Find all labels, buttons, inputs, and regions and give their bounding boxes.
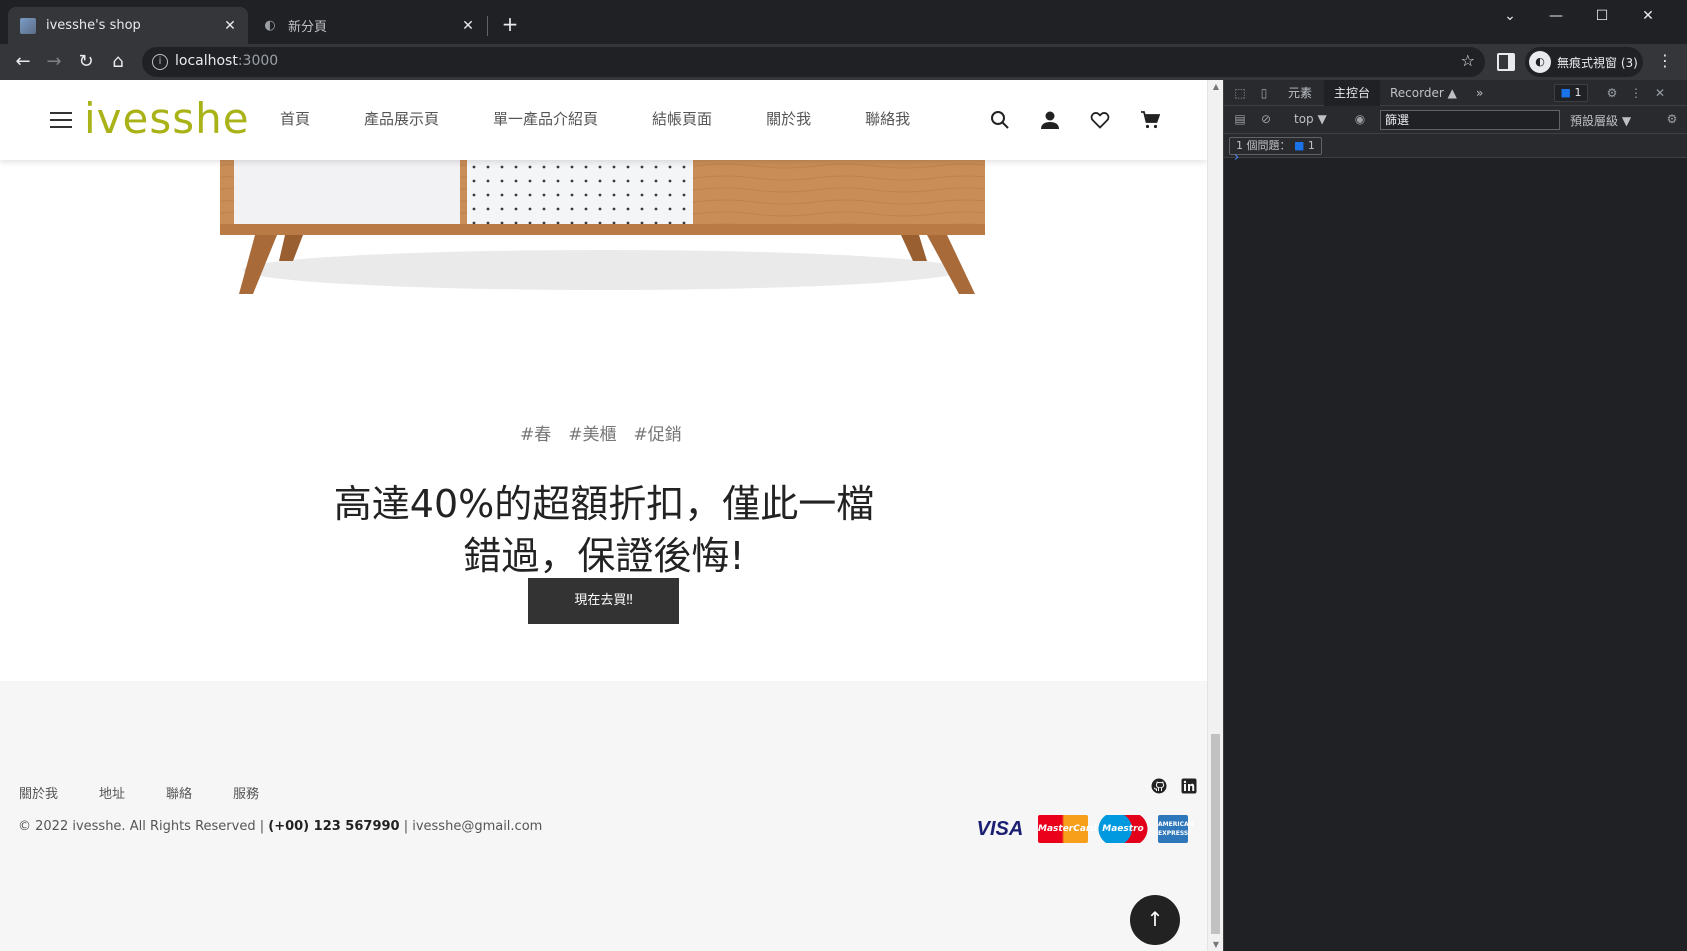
issues-pill[interactable]: 1 個問題： ■ 1 (1229, 137, 1322, 155)
profile-label: 無痕式視窗 (3) (1557, 55, 1638, 70)
visa-icon: VISA (976, 818, 1024, 840)
tab-search-icon[interactable]: ⌄ (1487, 4, 1533, 28)
clear-console-icon[interactable]: ⊘ (1258, 111, 1274, 127)
scrollbar-thumb[interactable] (1211, 734, 1220, 934)
footer-nav: 關於我 地址 聯絡 服務 (19, 783, 300, 802)
phone-number: (+00) 123 567990 (268, 819, 400, 834)
tab-elements[interactable]: 元素 (1278, 80, 1322, 106)
bookmark-star-icon[interactable]: ☆ (1461, 51, 1475, 70)
tab-divider (487, 16, 488, 36)
context-selector[interactable]: top ▼ (1294, 112, 1327, 126)
nav-about[interactable]: 關於我 (766, 108, 811, 129)
header-icons (990, 110, 1190, 130)
more-tabs-icon[interactable]: » (1466, 80, 1493, 106)
promo-headline: 高達40%的超額折扣，僅此一檔 錯過，保證後悔! (300, 478, 908, 582)
payment-methods: VISA MasterCard Maestro AMERICAN EXPRESS (962, 815, 1194, 843)
user-icon[interactable] (1040, 110, 1060, 130)
console-settings-icon[interactable]: ⚙ (1664, 111, 1680, 127)
devtools-close-icon[interactable]: ✕ (1652, 85, 1668, 101)
maximize-button[interactable]: ☐ (1579, 4, 1625, 28)
reload-icon[interactable]: ↻ (73, 49, 99, 75)
tag-spring[interactable]: #春 (520, 420, 551, 445)
log-level-dropdown[interactable]: 預設層級 ▼ (1570, 112, 1631, 129)
incognito-profile-button[interactable]: ◐ 無痕式視窗 (3) (1525, 47, 1643, 77)
close-tab-icon[interactable]: ✕ (220, 18, 240, 34)
minimize-button[interactable]: — (1533, 4, 1579, 28)
browser-tabbar: ivesshe's shop ✕ ◐ 新分頁 ✕ + ⌄ — ☐ ✕ (0, 0, 1687, 44)
devtools-panel: ⬚ ▯ 元素 主控台 Recorder ▲ » ■ 1 ⚙ ⋮ ✕ ▤ ⊘ to… (1223, 80, 1687, 951)
console-filter-input[interactable]: 篩選 (1380, 110, 1560, 130)
site-favicon-icon (20, 17, 36, 34)
mastercard-icon: MasterCard (1038, 815, 1097, 843)
footer-link-about[interactable]: 關於我 (19, 783, 58, 802)
page-scrollbar[interactable]: ▲ ▼ (1207, 80, 1223, 951)
new-tab-button[interactable]: + (498, 12, 522, 36)
eye-icon[interactable]: ◉ (1352, 111, 1368, 127)
copyright-text: © 2022 ivesshe. All Rights Reserved | (+… (18, 819, 543, 834)
search-icon[interactable] (990, 110, 1010, 130)
issues-bar: 1 個問題： ■ 1 (1224, 134, 1687, 158)
tab-ivesshe-shop[interactable]: ivesshe's shop ✕ (8, 7, 248, 44)
tab-recorder[interactable]: Recorder ▲ (1380, 80, 1467, 106)
nav-product-detail[interactable]: 單一產品介紹頁 (493, 108, 598, 129)
window-close-button[interactable]: ✕ (1625, 4, 1671, 28)
home-icon[interactable]: ⌂ (105, 49, 131, 75)
tab-console[interactable]: 主控台 (1324, 80, 1381, 106)
tab-title: ivesshe's shop (46, 18, 141, 33)
site-header: ivesshe 首頁 產品展示頁 單一產品介紹頁 結帳頁面 關於我 聯絡我 (0, 80, 1207, 160)
nav-products[interactable]: 產品展示頁 (364, 108, 439, 129)
devtools-tabbar: ⬚ ▯ 元素 主控台 Recorder ▲ » ■ 1 ⚙ ⋮ ✕ (1224, 80, 1687, 106)
browser-menu-icon[interactable]: ⋮ (1657, 51, 1673, 70)
address-bar[interactable]: i localhost:3000 ☆ (142, 47, 1485, 77)
main-nav: 首頁 產品展示頁 單一產品介紹頁 結帳頁面 關於我 聯絡我 (280, 108, 964, 129)
scroll-down-arrow-icon[interactable]: ▼ (1211, 940, 1221, 949)
tab-title: 新分頁 (288, 20, 328, 35)
footer-link-service[interactable]: 服務 (233, 783, 259, 802)
heart-icon[interactable] (1090, 110, 1110, 130)
cart-icon[interactable] (1140, 110, 1160, 130)
tag-list: #春 #美櫃 #促銷 (520, 420, 690, 445)
footer-link-address[interactable]: 地址 (99, 783, 125, 802)
console-toolbar: ▤ ⊘ top ▼ ◉ 篩選 預設層級 ▼ ⚙ (1224, 106, 1687, 134)
hamburger-menu-icon[interactable] (50, 112, 72, 128)
site-info-icon[interactable]: i (152, 54, 168, 70)
headline-line-1: 高達40%的超額折扣，僅此一檔 (333, 482, 875, 526)
tag-cabinet[interactable]: #美櫃 (568, 420, 616, 445)
devtools-menu-icon[interactable]: ⋮ (1628, 85, 1644, 101)
site-footer: 關於我 地址 聯絡 服務 © 2022 ivesshe. All Rights … (0, 681, 1207, 951)
email-address: | ivesshe@gmail.com (403, 819, 543, 834)
site-logo[interactable]: ivesshe (84, 94, 250, 143)
side-panel-icon[interactable] (1497, 53, 1515, 71)
headline-line-2: 錯過，保證後悔! (463, 534, 745, 578)
social-links (1137, 778, 1197, 794)
browser-toolbar: ← → ↻ ⌂ i localhost:3000 ☆ ◐ 無痕式視窗 (3) ⋮ (0, 44, 1687, 80)
sideboard-product-image (220, 160, 985, 294)
incognito-icon: ◐ (264, 17, 276, 33)
nav-home[interactable]: 首頁 (280, 108, 310, 129)
nav-contact[interactable]: 聯絡我 (865, 108, 910, 129)
tag-sale[interactable]: #促銷 (634, 420, 682, 445)
nav-checkout[interactable]: 結帳頁面 (652, 108, 712, 129)
page-viewport: ivesshe 首頁 產品展示頁 單一產品介紹頁 結帳頁面 關於我 聯絡我 #春… (0, 80, 1207, 951)
close-tab-icon[interactable]: ✕ (458, 18, 478, 34)
scroll-up-arrow-icon[interactable]: ▲ (1211, 82, 1221, 91)
footer-link-contact[interactable]: 聯絡 (166, 783, 192, 802)
back-arrow-icon[interactable]: ← (10, 49, 36, 75)
linkedin-icon[interactable] (1181, 778, 1197, 794)
settings-gear-icon[interactable]: ⚙ (1604, 85, 1620, 101)
amex-icon: AMERICAN EXPRESS (1158, 815, 1194, 843)
forward-arrow-icon[interactable]: → (41, 49, 67, 75)
back-to-top-button[interactable]: ↑ (1130, 895, 1180, 945)
incognito-icon: ◐ (1529, 51, 1551, 73)
sidebar-toggle-icon[interactable]: ▤ (1232, 111, 1248, 127)
issues-badge[interactable]: ■ 1 (1554, 84, 1588, 102)
url-text[interactable]: localhost:3000 (175, 53, 278, 69)
buy-now-button[interactable]: 現在去買‼ (528, 578, 679, 624)
device-toolbar-icon[interactable]: ▯ (1256, 85, 1272, 101)
inspect-element-icon[interactable]: ⬚ (1232, 85, 1248, 101)
console-prompt[interactable]: › (1234, 150, 1239, 165)
github-icon[interactable] (1151, 778, 1167, 794)
tab-new-tab[interactable]: ◐ 新分頁 ✕ (250, 7, 486, 44)
maestro-icon: Maestro (1097, 815, 1149, 843)
